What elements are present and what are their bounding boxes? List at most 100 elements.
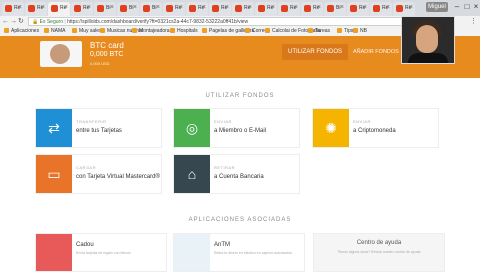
webcam-overlay — [401, 16, 455, 64]
app-cadou[interactable]: Cadou Envía tarjetas de regalo con bitco… — [35, 233, 167, 272]
bookmark-item[interactable]: Aplicaciones — [4, 28, 39, 35]
tab-close-icon[interactable]: × — [41, 4, 45, 11]
menu-icon[interactable]: ⋮ — [470, 17, 477, 26]
tile-label: con Tarjeta Virtual Mastercard® — [76, 174, 160, 180]
tab-favicon-icon — [258, 5, 265, 12]
browser-user-chip[interactable]: Miguel — [426, 2, 448, 12]
tab-close-icon[interactable]: × — [133, 4, 137, 11]
balance-usd: 0,000 USD — [90, 61, 110, 66]
tab-close-icon[interactable]: × — [294, 4, 298, 11]
tab-close-icon[interactable]: × — [271, 4, 275, 11]
browser-tab[interactable]: Re × — [48, 2, 70, 16]
browser-tab[interactable]: Re × — [163, 2, 185, 16]
browser-tab[interactable]: Re × — [278, 2, 300, 16]
url-input[interactable]: 🔒 Es Seguro | https://spillolds.com/dash… — [28, 17, 418, 26]
use-funds-tile[interactable]: ✺ ENVIAR a Criptomoneda — [312, 108, 439, 148]
bookmark-item[interactable]: Muy sales — [72, 28, 102, 35]
browser-tab[interactable]: Re × — [232, 2, 254, 16]
close-icon[interactable]: × — [471, 0, 480, 14]
tab-favicon-icon — [327, 5, 334, 12]
use-funds-button[interactable]: UTILIZAR FONDOS — [282, 44, 348, 60]
tile-kicker: TRANSFERIR — [76, 119, 107, 124]
tab-close-icon[interactable]: × — [87, 4, 91, 11]
browser-tab[interactable]: Re × — [301, 2, 323, 16]
tab-favicon-icon — [189, 5, 196, 12]
bookmark-folder-icon — [353, 28, 358, 33]
use-funds-title: UTILIZAR FONDOS — [205, 93, 275, 99]
tab-close-icon[interactable]: × — [64, 4, 68, 11]
use-funds-tile[interactable]: ▭ CARGAR con Tarjeta Virtual Mastercard® — [35, 154, 162, 194]
bookmark-folder-icon — [132, 28, 137, 33]
browser-tab[interactable]: Re × — [393, 2, 415, 16]
app-antm[interactable]: AnTM Retira tu dinero en efectivo en caj… — [173, 233, 305, 272]
user-send-icon: ◎ — [185, 120, 199, 136]
url-text: https://spillolds.com/dashboard/verify?f… — [67, 19, 249, 25]
browser-tab[interactable]: Bi × — [140, 2, 162, 16]
bookmark-item[interactable]: Tips — [337, 28, 353, 35]
bookmark-item[interactable]: Tareas — [308, 28, 330, 35]
secure-label: Es Seguro — [39, 19, 63, 25]
tile-kicker: CARGAR — [76, 165, 97, 170]
browser-tab[interactable]: Re × — [2, 2, 24, 16]
tab-close-icon[interactable]: × — [156, 4, 160, 11]
browser-tab[interactable]: Bi × — [324, 2, 346, 16]
tab-favicon-icon — [212, 5, 219, 12]
bookmark-item[interactable]: Correo — [245, 28, 267, 35]
tab-close-icon[interactable]: × — [386, 4, 390, 11]
tab-close-icon[interactable]: × — [317, 4, 321, 11]
tab-close-icon[interactable]: × — [110, 4, 114, 11]
browser-tab[interactable]: Re × — [255, 2, 277, 16]
tab-close-icon[interactable]: × — [409, 4, 413, 11]
browser-tab[interactable]: Bi × — [117, 2, 139, 16]
bookmark-folder-icon — [72, 28, 77, 33]
bookmark-folder-icon — [100, 28, 105, 33]
use-funds-tile[interactable]: ◎ ENVIAR a Miembro o E-Mail — [173, 108, 300, 148]
tab-close-icon[interactable]: × — [179, 4, 183, 11]
tile-kicker: RETIRAR — [214, 165, 236, 170]
card-name: BTC card — [90, 41, 124, 50]
use-funds-tile[interactable]: ⌂ RETIRAR a Cuenta Bancaria — [173, 154, 300, 194]
browser-tab[interactable]: Re × — [25, 2, 47, 16]
browser-tab[interactable]: Bi × — [94, 2, 116, 16]
antm-icon — [174, 234, 210, 271]
bookmark-item[interactable]: Hospitals — [170, 28, 198, 35]
tab-close-icon[interactable]: × — [225, 4, 229, 11]
card-thumbnail — [40, 41, 82, 67]
tab-close-icon[interactable]: × — [248, 4, 252, 11]
minimize-icon[interactable]: – — [452, 0, 462, 14]
bookmark-item[interactable]: Montajeadoras — [132, 28, 172, 35]
tab-favicon-icon — [304, 5, 311, 12]
tab-favicon-icon — [28, 5, 35, 12]
back-icon[interactable]: ← — [2, 17, 9, 26]
help-center-title: Centro de ayuda — [356, 240, 402, 246]
browser-tab[interactable]: Re × — [347, 2, 369, 16]
tab-close-icon[interactable]: × — [18, 4, 22, 11]
bookmark-folder-icon — [265, 28, 270, 33]
tab-favicon-icon — [97, 5, 104, 12]
use-funds-tile[interactable]: ⇄ TRANSFERIR entre tus Tarjetas — [35, 108, 162, 148]
browser-tab[interactable]: Re × — [370, 2, 392, 16]
add-funds-link[interactable]: AÑADIR FONDOS — [353, 49, 399, 55]
browser-tab[interactable]: Re × — [209, 2, 231, 16]
browser-tab[interactable]: Re × — [186, 2, 208, 16]
tile-label: a Criptomoneda — [353, 128, 396, 134]
balance-btc: 0,000 BTC — [90, 51, 124, 58]
virtual-card-icon: ▭ — [47, 166, 61, 182]
tab-favicon-icon — [120, 5, 127, 12]
bookmark-item[interactable]: NB — [353, 28, 367, 35]
tab-favicon-icon — [51, 5, 58, 12]
forward-icon[interactable]: → — [10, 17, 17, 26]
tab-close-icon[interactable]: × — [340, 4, 344, 11]
browser-tab[interactable]: Re × — [71, 2, 93, 16]
tab-favicon-icon — [281, 5, 288, 12]
tab-favicon-icon — [166, 5, 173, 12]
tab-favicon-icon — [235, 5, 242, 12]
tab-close-icon[interactable]: × — [202, 4, 206, 11]
tab-close-icon[interactable]: × — [363, 4, 367, 11]
transfer-icon: ⇄ — [48, 120, 60, 136]
bookmark-folder-icon — [44, 28, 49, 33]
help-center-card[interactable]: Centro de ayuda Tienes alguna duda? Revi… — [313, 233, 445, 272]
bookmark-item[interactable]: NAMA — [44, 28, 65, 35]
reload-icon[interactable]: ↻ — [18, 17, 24, 26]
tab-favicon-icon — [143, 5, 150, 12]
